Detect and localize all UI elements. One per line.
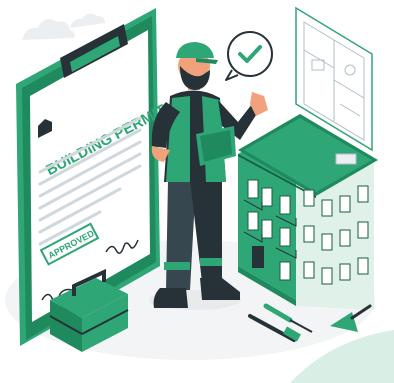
checkmark-bubble-icon: [225, 31, 273, 81]
building-door: [252, 246, 264, 268]
building: [238, 114, 378, 310]
clouds: [22, 13, 105, 40]
building-permit-illustration: BUILDING PERMIT APPROVED: [0, 0, 394, 383]
